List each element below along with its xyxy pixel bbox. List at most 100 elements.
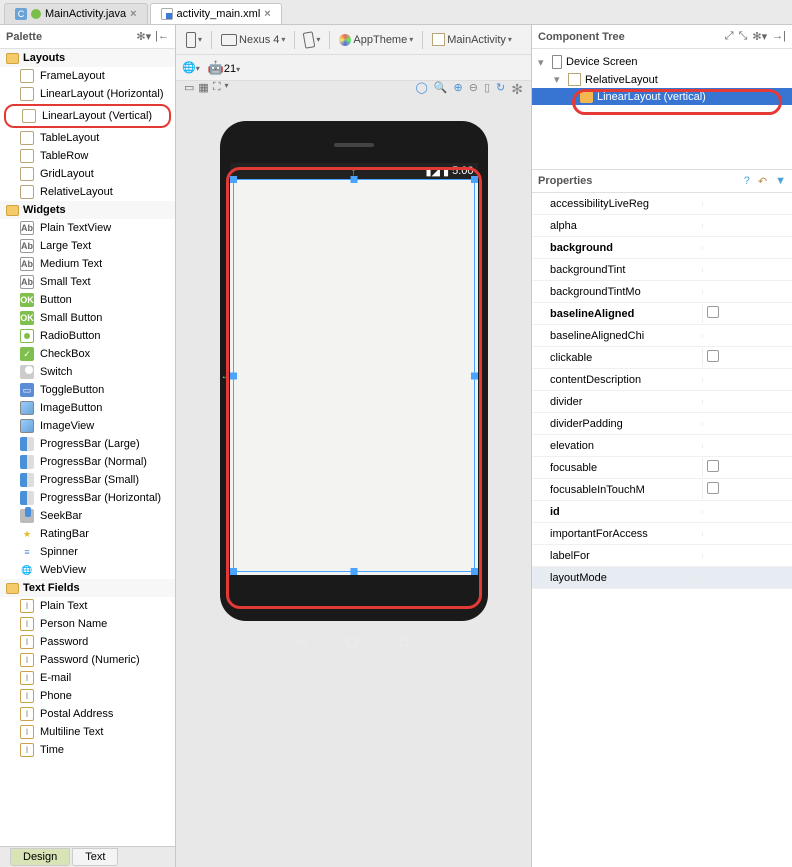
collapse-icon[interactable]: ⤡ (739, 30, 748, 43)
gear-icon[interactable]: ✻▾ (752, 30, 767, 43)
palette-item[interactable]: IMultiline Text (0, 723, 175, 741)
palette-item[interactable]: ProgressBar (Horizontal) (0, 489, 175, 507)
palette-item[interactable]: ITime (0, 741, 175, 759)
group-widgets[interactable]: Widgets (0, 201, 175, 219)
property-row[interactable]: background (532, 237, 792, 259)
palette-item[interactable]: ImageButton (0, 399, 175, 417)
tab-text[interactable]: Text (72, 848, 118, 866)
expand-icon[interactable]: ⛶ (213, 81, 221, 94)
property-row[interactable]: focusable (532, 457, 792, 479)
property-value[interactable] (702, 202, 792, 206)
palette-item[interactable]: ▭ToggleButton (0, 381, 175, 399)
palette-item[interactable]: ProgressBar (Small) (0, 471, 175, 489)
tab-mainactivity[interactable]: C MainActivity.java × (4, 3, 148, 24)
device-btn[interactable]: ▾ (182, 30, 206, 50)
property-value[interactable] (702, 554, 792, 558)
property-value[interactable] (702, 378, 792, 382)
palette-item[interactable]: ≡Spinner (0, 543, 175, 561)
palette-item[interactable]: LinearLayout (Vertical) (4, 104, 171, 128)
property-value[interactable] (702, 348, 792, 367)
zoom-out-icon[interactable]: ⊖ (469, 81, 478, 98)
align-icon[interactable]: ▦ (198, 81, 208, 94)
group-textfields[interactable]: Text Fields (0, 579, 175, 597)
property-row[interactable]: backgroundTint (532, 259, 792, 281)
property-value[interactable] (702, 444, 792, 448)
property-row[interactable]: importantForAccess (532, 523, 792, 545)
palette-item[interactable]: ProgressBar (Normal) (0, 453, 175, 471)
palette-item[interactable]: AbMedium Text (0, 255, 175, 273)
property-value[interactable] (702, 458, 792, 477)
property-row[interactable]: layoutMode (532, 567, 792, 589)
property-value[interactable] (702, 576, 792, 580)
tree-node-device[interactable]: ▾Device Screen (532, 53, 792, 71)
property-value[interactable] (702, 422, 792, 426)
palette-item[interactable]: IPassword (0, 633, 175, 651)
property-value[interactable] (702, 246, 792, 250)
property-value[interactable] (702, 334, 792, 338)
checkbox[interactable] (707, 482, 719, 494)
property-row[interactable]: clickable (532, 347, 792, 369)
reset-icon[interactable]: ↻ (496, 81, 505, 98)
checkbox[interactable] (707, 350, 719, 362)
device-screen[interactable]: ▮◢ ▮ 5:00 ↑ ← (230, 163, 478, 575)
palette-item[interactable]: SeekBar (0, 507, 175, 525)
gear-icon[interactable]: ✻▾ (136, 30, 151, 43)
property-value[interactable] (702, 224, 792, 228)
zoom-fit-icon[interactable]: 🔍 (434, 81, 448, 98)
palette-item[interactable]: AbSmall Text (0, 273, 175, 291)
orientation-btn[interactable]: ▾ (300, 30, 324, 50)
locale-btn[interactable]: 🌐▾ (182, 61, 200, 74)
palette-item[interactable]: ProgressBar (Large) (0, 435, 175, 453)
palette-item[interactable]: Switch (0, 363, 175, 381)
palette-item[interactable]: IE-mail (0, 669, 175, 687)
palette-item[interactable]: IPlain Text (0, 597, 175, 615)
device-selector[interactable]: Nexus 4▾ (217, 32, 289, 48)
property-row[interactable]: accessibilityLiveReg (532, 193, 792, 215)
palette-item[interactable]: IPostal Address (0, 705, 175, 723)
palette-item[interactable]: RelativeLayout (0, 183, 175, 201)
palette-item[interactable]: FrameLayout (0, 67, 175, 85)
property-value[interactable] (702, 304, 792, 323)
property-row[interactable]: baselineAlignedChi (532, 325, 792, 347)
activity-selector[interactable]: MainActivity▾ (428, 31, 516, 48)
tree-node-linearlayout[interactable]: LinearLayout (vertical) (532, 88, 792, 105)
refresh-icon[interactable]: ◯ (416, 81, 428, 98)
gear-icon[interactable]: ✻ (511, 81, 523, 98)
property-row[interactable]: dividerPadding (532, 413, 792, 435)
property-row[interactable]: elevation (532, 435, 792, 457)
palette-list[interactable]: Layouts FrameLayoutLinearLayout (Horizon… (0, 49, 175, 846)
design-canvas[interactable]: ▭ ▦ ⛶▾ ◯ 🔍 ⊕ ⊖ ▯ ↻ ✻ ▮◢ ▮ 5:00 (176, 81, 531, 867)
property-value[interactable] (702, 290, 792, 294)
undo-icon[interactable]: ↶ (758, 175, 767, 188)
property-value[interactable] (702, 268, 792, 272)
palette-item[interactable]: ★RatingBar (0, 525, 175, 543)
property-row[interactable]: backgroundTintMo (532, 281, 792, 303)
palette-item[interactable]: OKButton (0, 291, 175, 309)
tree-node-relativelayout[interactable]: ▾RelativeLayout (532, 71, 792, 88)
property-row[interactable]: id (532, 501, 792, 523)
palette-item[interactable]: TableLayout (0, 129, 175, 147)
palette-item[interactable]: ✓CheckBox (0, 345, 175, 363)
property-value[interactable] (702, 532, 792, 536)
expand-icon[interactable]: ⤢ (725, 30, 734, 43)
property-row[interactable]: alpha (532, 215, 792, 237)
theme-selector[interactable]: AppTheme▾ (335, 32, 417, 48)
property-row[interactable]: focusableInTouchM (532, 479, 792, 501)
close-icon[interactable]: × (130, 8, 136, 20)
property-row[interactable]: contentDescription (532, 369, 792, 391)
help-icon[interactable]: ? (744, 175, 750, 188)
palette-item[interactable]: LinearLayout (Horizontal) (0, 85, 175, 103)
property-row[interactable]: baselineAligned (532, 303, 792, 325)
property-value[interactable] (702, 400, 792, 404)
zoom-in-icon[interactable]: ⊕ (454, 81, 463, 98)
checkbox[interactable] (707, 306, 719, 318)
palette-item[interactable]: GridLayout (0, 165, 175, 183)
group-layouts[interactable]: Layouts (0, 49, 175, 67)
palette-item[interactable]: ImageView (0, 417, 175, 435)
nowrap-icon[interactable]: ▭ (184, 81, 194, 94)
hide-icon[interactable]: →| (772, 30, 786, 43)
palette-item[interactable]: IPassword (Numeric) (0, 651, 175, 669)
tab-activitymain[interactable]: activity_main.xml × (150, 3, 282, 24)
api-selector[interactable]: 🤖21▾ (208, 60, 240, 76)
component-tree[interactable]: ▾Device Screen ▾RelativeLayout LinearLay… (532, 49, 792, 169)
